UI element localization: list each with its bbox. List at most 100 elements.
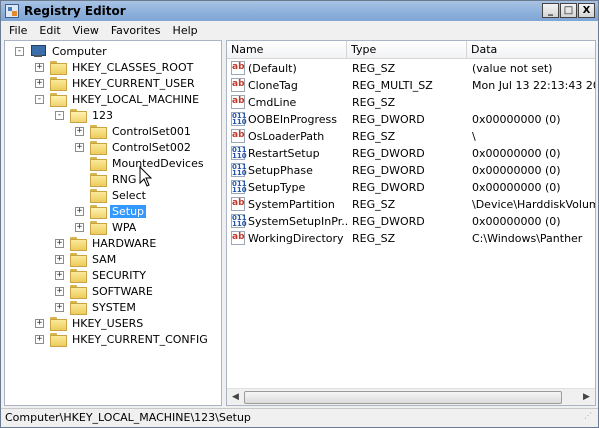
tree-item-wpa[interactable]: + WPA bbox=[75, 219, 138, 235]
tree-item-hkey-users[interactable]: + HKEY_USERS bbox=[35, 315, 145, 331]
tree-item-label: HKEY_CLASSES_ROOT bbox=[72, 60, 194, 74]
column-header-name[interactable]: Name bbox=[227, 41, 347, 59]
registry-tree[interactable]: - Computer + HKEY_CLASSES_ROOT + HKEY_CURRENT… bbox=[4, 40, 222, 406]
value-name: SetupPhase bbox=[248, 164, 313, 177]
value-data: (value not set) bbox=[472, 62, 553, 75]
column-header-type[interactable]: Type bbox=[347, 41, 467, 59]
expand-icon[interactable]: + bbox=[35, 318, 44, 328]
tree-item-software[interactable]: + SOFTWARE bbox=[55, 283, 155, 299]
folder-icon bbox=[90, 188, 107, 203]
mouse-cursor-icon bbox=[139, 166, 153, 187]
scroll-right-icon[interactable]: ▶ bbox=[578, 389, 595, 405]
close-button[interactable]: X bbox=[578, 3, 595, 18]
folder-icon bbox=[90, 220, 107, 235]
value-name: CloneTag bbox=[248, 79, 298, 92]
tree-item-setup[interactable]: + Setup bbox=[75, 203, 147, 219]
value-type: REG_MULTI_SZ bbox=[352, 79, 433, 92]
collapse-icon[interactable]: - bbox=[15, 46, 24, 56]
expand-icon[interactable]: + bbox=[35, 334, 44, 344]
menu-file[interactable]: File bbox=[1, 24, 33, 37]
menu-edit[interactable]: Edit bbox=[33, 24, 66, 37]
tree-item-label: RNG bbox=[112, 172, 137, 186]
tree-item-controlset001[interactable]: + ControlSet001 bbox=[75, 123, 193, 139]
minimize-button[interactable]: _ bbox=[542, 3, 559, 18]
menu-favorites[interactable]: Favorites bbox=[105, 24, 167, 37]
binary-value-icon: 011 110 bbox=[231, 163, 247, 177]
value-row[interactable]: ab CloneTag REG_MULTI_SZ Mon Jul 13 22:13:4… bbox=[227, 77, 595, 94]
expand-icon[interactable]: + bbox=[75, 206, 84, 216]
column-header-data[interactable]: Data bbox=[467, 41, 595, 59]
tree-item-label: Setup bbox=[110, 204, 147, 218]
value-row[interactable]: 011 110 SetupPhase REG_DWORD 0x00000000 (0) bbox=[227, 162, 595, 179]
tree-item-select[interactable]: Select bbox=[75, 187, 148, 203]
tree-item-hkey-local-machine[interactable]: - HKEY_LOCAL_MACHINE bbox=[35, 91, 201, 107]
expand-icon[interactable]: + bbox=[55, 238, 64, 248]
resize-grip-icon[interactable]: ⋰ bbox=[584, 411, 596, 423]
folder-icon bbox=[50, 332, 67, 347]
maximize-button[interactable]: □ bbox=[560, 3, 577, 18]
expand-icon[interactable]: + bbox=[55, 286, 64, 296]
scrollbar-thumb[interactable] bbox=[244, 391, 562, 404]
menu-help[interactable]: Help bbox=[167, 24, 204, 37]
value-row[interactable]: ab (Default) REG_SZ (value not set) bbox=[227, 60, 595, 77]
tree-item-hkey-current-user[interactable]: + HKEY_CURRENT_USER bbox=[35, 75, 197, 91]
window-title: Registry Editor bbox=[24, 4, 126, 18]
tree-item-controlset002[interactable]: + ControlSet002 bbox=[75, 139, 193, 155]
title-bar[interactable]: Registry Editor _ □ X bbox=[1, 1, 598, 21]
expand-icon[interactable]: + bbox=[35, 78, 44, 88]
folder-icon bbox=[90, 124, 107, 139]
value-data: C:\Windows\Panther bbox=[472, 232, 583, 245]
scroll-left-icon[interactable]: ◀ bbox=[227, 389, 244, 405]
tree-item-hkey-classes-root[interactable]: + HKEY_CLASSES_ROOT bbox=[35, 59, 195, 75]
tree-item-label: HKEY_CURRENT_USER bbox=[72, 76, 195, 90]
tree-item-hkey-current-config[interactable]: + HKEY_CURRENT_CONFIG bbox=[35, 331, 210, 347]
tree-item-security[interactable]: + SECURITY bbox=[55, 267, 148, 283]
value-data bbox=[472, 94, 595, 111]
value-row[interactable]: ab WorkingDirectory REG_SZ C:\Windows\Panth… bbox=[227, 230, 595, 247]
list-header: Name Type Data bbox=[227, 41, 595, 59]
value-row[interactable]: 011 110 SetupType REG_DWORD 0x00000000 (0) bbox=[227, 179, 595, 196]
folder-icon bbox=[90, 172, 107, 187]
folder-icon bbox=[70, 108, 87, 123]
tree-item-label: Computer bbox=[52, 44, 107, 58]
tree-item-sam[interactable]: + SAM bbox=[55, 251, 118, 267]
tree-item-hardware[interactable]: + HARDWARE bbox=[55, 235, 158, 251]
value-row[interactable]: ab CmdLine REG_SZ bbox=[227, 94, 595, 111]
folder-icon bbox=[70, 268, 87, 283]
expand-icon[interactable]: + bbox=[55, 302, 64, 312]
values-list[interactable]: Name Type Data ab (Default) REG_SZ (value n… bbox=[226, 40, 596, 406]
expand-icon[interactable]: + bbox=[55, 270, 64, 280]
menu-view[interactable]: View bbox=[67, 24, 105, 37]
collapse-icon[interactable]: - bbox=[55, 110, 64, 120]
tree-item-rng[interactable]: RNG bbox=[75, 171, 138, 187]
expand-icon[interactable]: + bbox=[75, 126, 84, 136]
value-name: CmdLine bbox=[248, 96, 297, 109]
value-type: REG_DWORD bbox=[352, 164, 425, 177]
status-bar: Computer\HKEY_LOCAL_MACHINE\123\Setup bbox=[1, 408, 598, 427]
value-row[interactable]: ab OsLoaderPath REG_SZ \ bbox=[227, 128, 595, 145]
menu-bar: File Edit View Favorites Help bbox=[1, 21, 598, 39]
expand-icon[interactable]: + bbox=[75, 142, 84, 152]
tree-item-123[interactable]: - 123 bbox=[55, 107, 115, 123]
tree-item-label: HKEY_USERS bbox=[72, 316, 144, 330]
registry-editor-window: Registry Editor _ □ X File Edit View Fav… bbox=[0, 0, 599, 428]
tree-item-computer[interactable]: - Computer bbox=[15, 43, 109, 59]
string-value-icon: ab bbox=[231, 61, 245, 75]
tree-item-label: 123 bbox=[92, 108, 113, 122]
value-name: OsLoaderPath bbox=[248, 130, 325, 143]
expand-icon[interactable]: + bbox=[35, 62, 44, 72]
horizontal-scrollbar[interactable]: ◀ ▶ bbox=[227, 388, 595, 405]
expand-icon[interactable]: + bbox=[55, 254, 64, 264]
value-type: REG_DWORD bbox=[352, 215, 425, 228]
value-data: 0x00000000 (0) bbox=[472, 181, 561, 194]
value-row[interactable]: 011 110 SystemSetupInPr... REG_DWORD 0x0000… bbox=[227, 213, 595, 230]
value-row[interactable]: 011 110 OOBEInProgress REG_DWORD 0x00000000… bbox=[227, 111, 595, 128]
tree-item-system[interactable]: + SYSTEM bbox=[55, 299, 138, 315]
value-row[interactable]: ab SystemPartition REG_SZ \Device\HarddiskV… bbox=[227, 196, 595, 213]
collapse-icon[interactable]: - bbox=[35, 94, 44, 104]
value-row[interactable]: 011 110 RestartSetup REG_DWORD 0x00000000 (… bbox=[227, 145, 595, 162]
tree-item-label: MountedDevices bbox=[112, 156, 204, 170]
folder-icon bbox=[50, 76, 67, 91]
expand-icon[interactable]: + bbox=[75, 222, 84, 232]
folder-icon bbox=[50, 92, 67, 107]
